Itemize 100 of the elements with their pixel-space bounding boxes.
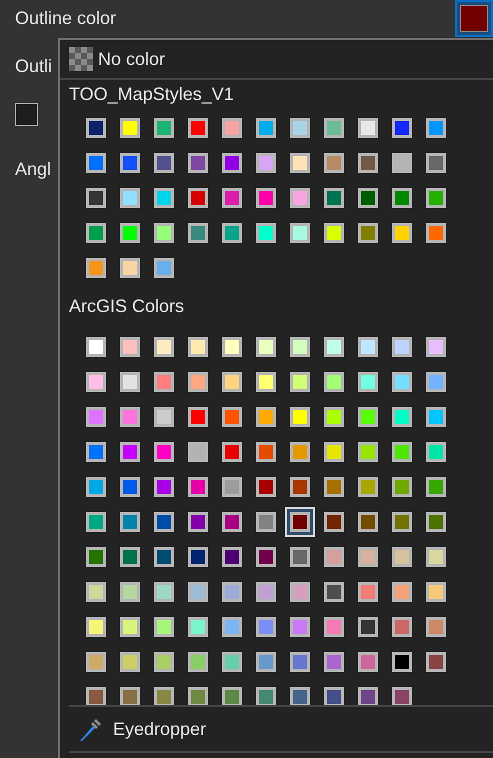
color-swatch[interactable] <box>86 407 106 427</box>
color-swatch[interactable] <box>154 617 174 637</box>
color-dropdown[interactable] <box>455 0 493 37</box>
color-swatch[interactable] <box>358 372 378 392</box>
color-swatch[interactable] <box>120 652 140 672</box>
color-swatch[interactable] <box>392 153 412 173</box>
color-swatch[interactable] <box>290 652 310 672</box>
color-swatch[interactable] <box>426 477 446 497</box>
color-swatch[interactable] <box>324 547 344 567</box>
no-color-button[interactable]: No color <box>69 47 166 71</box>
color-swatch[interactable] <box>154 547 174 567</box>
color-swatch[interactable] <box>188 188 208 208</box>
color-swatch[interactable] <box>426 407 446 427</box>
color-swatch[interactable] <box>154 118 174 138</box>
color-swatch[interactable] <box>290 188 310 208</box>
color-swatch[interactable] <box>392 118 412 138</box>
color-swatch[interactable] <box>120 337 140 357</box>
color-swatch[interactable] <box>120 223 140 243</box>
color-swatch[interactable] <box>86 223 106 243</box>
color-swatch[interactable] <box>426 153 446 173</box>
color-swatch[interactable] <box>358 337 378 357</box>
color-swatch[interactable] <box>154 582 174 602</box>
color-swatch[interactable] <box>222 153 242 173</box>
color-swatch[interactable] <box>86 442 106 462</box>
color-swatch[interactable] <box>392 442 412 462</box>
color-swatch[interactable] <box>256 223 276 243</box>
color-swatch[interactable] <box>188 118 208 138</box>
color-swatch[interactable] <box>86 687 106 707</box>
color-swatch[interactable] <box>222 582 242 602</box>
color-swatch[interactable] <box>358 407 378 427</box>
color-swatch[interactable] <box>188 547 208 567</box>
color-swatch[interactable] <box>290 687 310 707</box>
color-swatch[interactable] <box>426 617 446 637</box>
color-swatch[interactable] <box>86 188 106 208</box>
color-swatch[interactable] <box>358 223 378 243</box>
color-swatch[interactable] <box>358 547 378 567</box>
color-swatch[interactable] <box>426 118 446 138</box>
color-swatch[interactable] <box>222 407 242 427</box>
color-swatch[interactable] <box>86 372 106 392</box>
color-swatch[interactable] <box>290 477 310 497</box>
color-swatch[interactable] <box>358 582 378 602</box>
color-swatch[interactable] <box>324 582 344 602</box>
color-swatch[interactable] <box>290 118 310 138</box>
color-swatch[interactable] <box>324 223 344 243</box>
color-swatch[interactable] <box>392 582 412 602</box>
color-swatch[interactable] <box>426 337 446 357</box>
color-swatch[interactable] <box>256 477 276 497</box>
color-swatch[interactable] <box>256 337 276 357</box>
color-swatch[interactable] <box>256 617 276 637</box>
color-swatch[interactable] <box>120 617 140 637</box>
color-swatch[interactable] <box>324 687 344 707</box>
color-swatch[interactable] <box>86 337 106 357</box>
color-swatch[interactable] <box>256 188 276 208</box>
color-swatch[interactable] <box>256 582 276 602</box>
color-swatch[interactable] <box>392 652 412 672</box>
color-swatch[interactable] <box>120 258 140 278</box>
color-swatch[interactable] <box>426 188 446 208</box>
color-swatch[interactable] <box>324 337 344 357</box>
color-swatch[interactable] <box>426 582 446 602</box>
color-swatch[interactable] <box>188 617 208 637</box>
color-swatch[interactable] <box>426 547 446 567</box>
color-swatch[interactable] <box>426 372 446 392</box>
color-swatch[interactable] <box>154 153 174 173</box>
color-swatch[interactable] <box>222 118 242 138</box>
color-swatch[interactable] <box>324 118 344 138</box>
color-swatch[interactable] <box>154 188 174 208</box>
color-swatch[interactable] <box>154 258 174 278</box>
color-swatch[interactable] <box>392 547 412 567</box>
color-swatch[interactable] <box>358 118 378 138</box>
color-swatch[interactable] <box>222 512 242 532</box>
color-swatch[interactable] <box>222 223 242 243</box>
color-swatch[interactable] <box>86 118 106 138</box>
color-swatch[interactable] <box>120 407 140 427</box>
color-swatch[interactable] <box>290 337 310 357</box>
color-swatch[interactable] <box>120 442 140 462</box>
color-swatch[interactable] <box>86 652 106 672</box>
color-swatch[interactable] <box>154 512 174 532</box>
color-swatch[interactable] <box>154 442 174 462</box>
color-swatch[interactable] <box>392 337 412 357</box>
color-swatch[interactable] <box>290 153 310 173</box>
color-swatch[interactable] <box>86 512 106 532</box>
color-swatch[interactable] <box>324 512 344 532</box>
color-swatch[interactable] <box>120 582 140 602</box>
color-swatch[interactable] <box>426 512 446 532</box>
color-swatch[interactable] <box>222 337 242 357</box>
color-swatch[interactable] <box>188 512 208 532</box>
color-swatch[interactable] <box>324 617 344 637</box>
color-swatch[interactable] <box>392 617 412 637</box>
color-swatch[interactable] <box>222 617 242 637</box>
color-swatch[interactable] <box>222 687 242 707</box>
color-swatch[interactable] <box>324 652 344 672</box>
color-swatch[interactable] <box>358 617 378 637</box>
color-swatch[interactable] <box>86 617 106 637</box>
color-swatch[interactable] <box>154 407 174 427</box>
color-swatch[interactable] <box>188 442 208 462</box>
color-swatch[interactable] <box>392 512 412 532</box>
color-swatch[interactable] <box>120 477 140 497</box>
color-swatch[interactable] <box>86 153 106 173</box>
color-swatch[interactable] <box>426 223 446 243</box>
color-swatch[interactable] <box>222 188 242 208</box>
